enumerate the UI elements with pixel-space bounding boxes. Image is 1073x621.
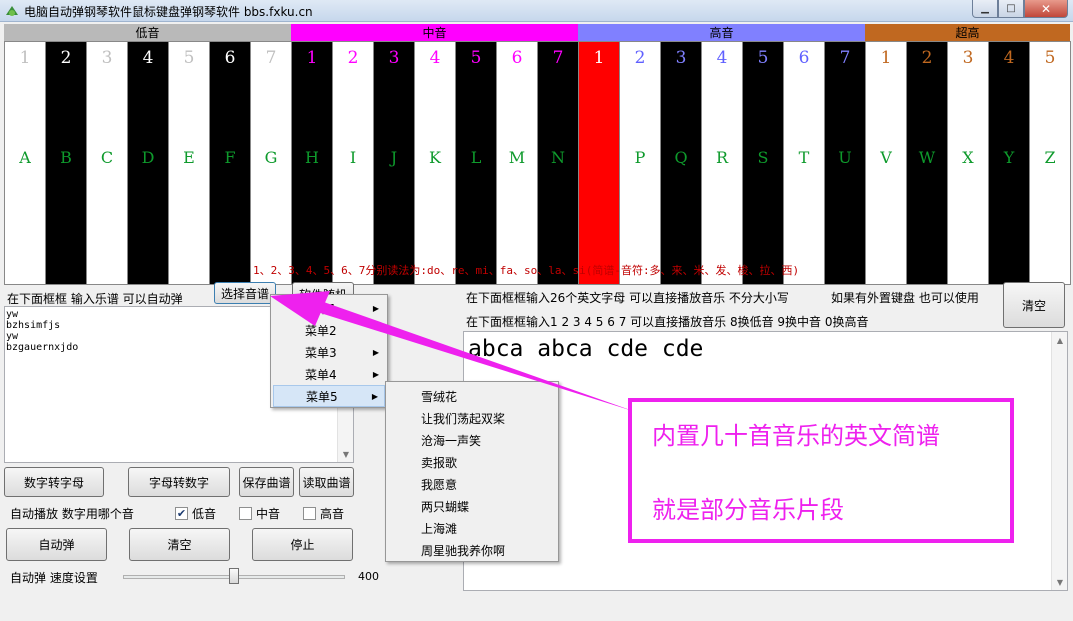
callout-line-1: 内置几十首音乐的英文简谱 (652, 422, 940, 450)
callout-line-2: 就是部分音乐片段 (652, 496, 844, 524)
callout-box: 内置几十首音乐的英文简谱 就是部分音乐片段 (628, 398, 1014, 543)
